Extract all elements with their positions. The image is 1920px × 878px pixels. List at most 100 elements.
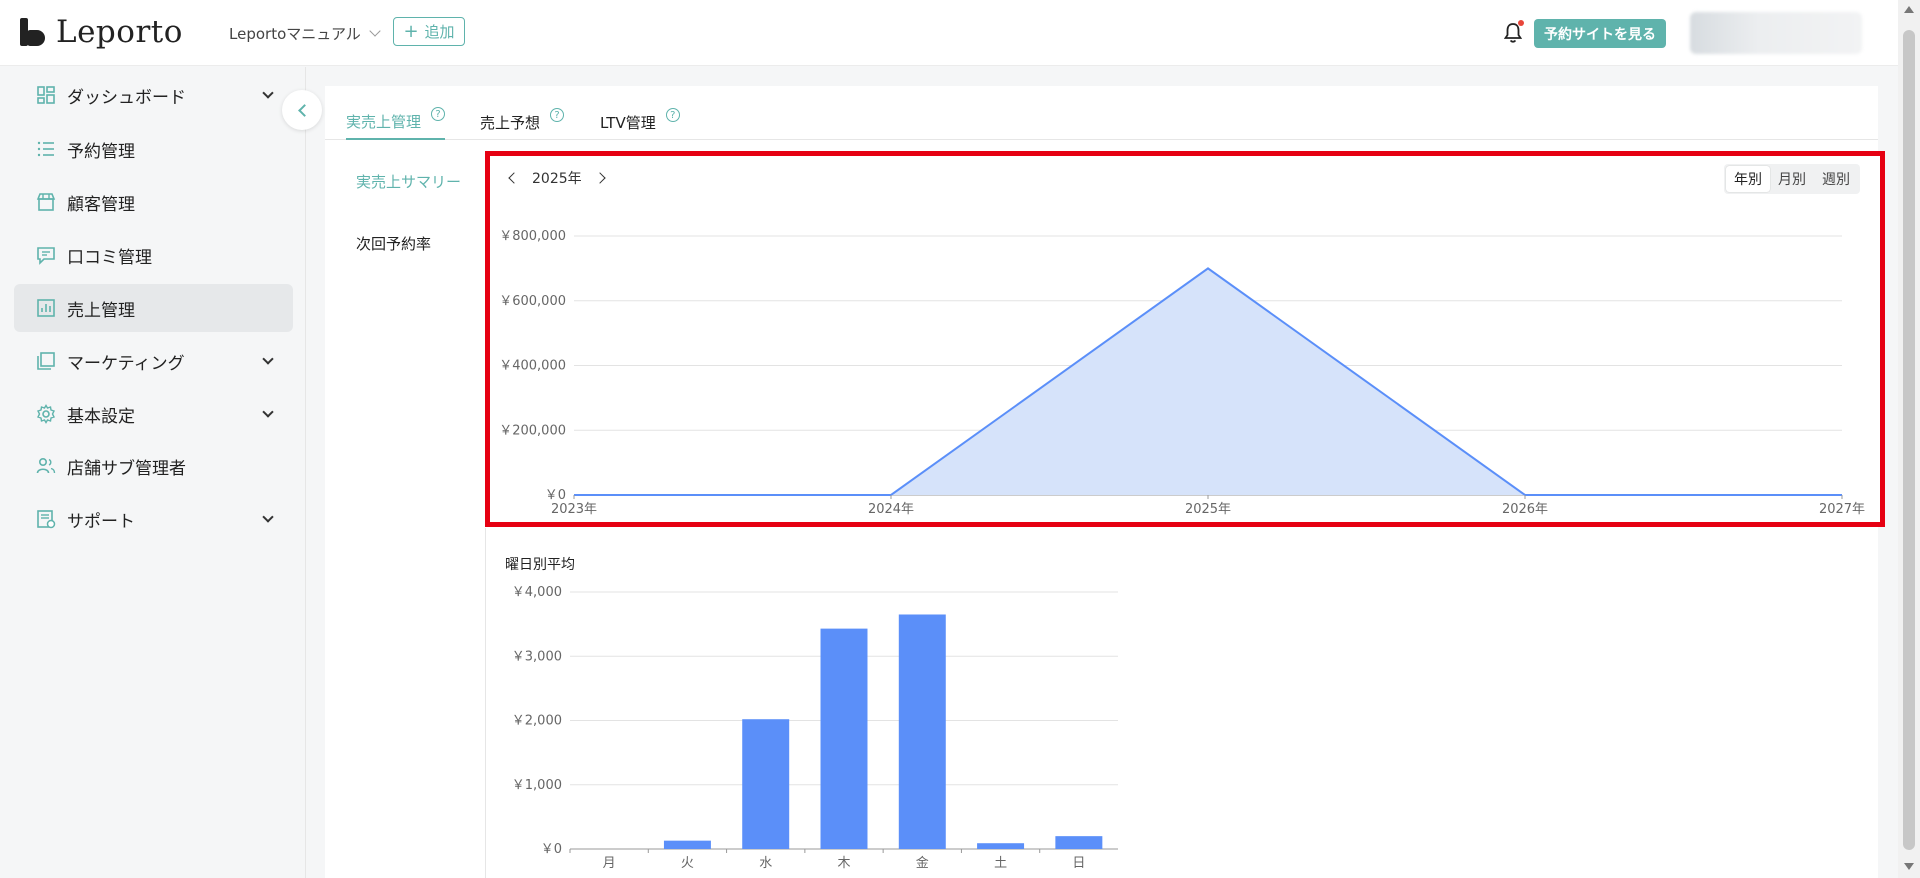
day-of-week-chart: 曜日別平均 ￥0 ￥1,000 ￥2,000 ￥3,000 ￥4,000 月 火 水 木 金 土 日 — [505, 557, 1118, 871]
day-of-week-panel: 曜日別平均 ￥0 ￥1,000 ￥2,000 ￥3,000 ￥4,000 月 火 水 木 金 土 日 — [485, 528, 1877, 878]
bar-水 — [742, 719, 790, 849]
scroll-down-icon[interactable] — [1904, 863, 1914, 870]
users-icon — [36, 457, 56, 474]
sidebar-item-support[interactable]: サポート — [14, 495, 293, 543]
y-tick-label: ￥4,000 — [512, 585, 562, 600]
sidebar-item-sub-admins[interactable]: 店舗サブ管理者 — [14, 442, 293, 490]
chevron-down-icon — [262, 511, 274, 523]
y-tick-label: ￥1,000 — [512, 778, 562, 793]
sidebar-item-label: 店舗サブ管理者 — [67, 458, 186, 479]
gear-icon — [37, 404, 55, 424]
notification-dot — [1518, 20, 1524, 26]
bar-金 — [898, 614, 946, 849]
scroll-thumb[interactable] — [1903, 30, 1915, 850]
tab-sales-forecast[interactable]: 売上予想 ? — [480, 104, 565, 140]
chevron-down-icon — [262, 87, 274, 99]
sidebar-item-settings[interactable]: 基本設定 — [14, 390, 293, 438]
sidebar-item-reservations[interactable]: 予約管理 — [14, 125, 293, 173]
tab-label: 実売上管理 — [346, 112, 422, 131]
x-tick-label: 金 — [916, 855, 929, 871]
logo-text: Leporto — [56, 14, 183, 50]
next-year-icon[interactable] — [593, 172, 606, 184]
plus-icon: + — [403, 20, 419, 42]
sidebar-item-label: ダッシュボード — [67, 87, 186, 108]
sidebar-item-label: 口コミ管理 — [67, 247, 152, 268]
tab-ltv[interactable]: LTV管理 ? — [600, 104, 680, 140]
chevron-down-icon — [262, 406, 274, 418]
sidebar-item-dashboard[interactable]: ダッシュボード — [14, 71, 293, 119]
period-monthly[interactable]: 月別 — [1770, 166, 1814, 192]
add-button[interactable]: + 追加 — [393, 17, 465, 46]
y-tick-label: ￥600,000 — [499, 294, 566, 309]
bar-木 — [820, 628, 868, 849]
chart-title: 曜日別平均 — [505, 557, 575, 573]
period-toggle: 年別 月別 週別 — [1724, 164, 1860, 194]
sidebar-item-label: 予約管理 — [67, 141, 135, 162]
bar-日 — [1055, 836, 1103, 849]
sidebar-item-label: サポート — [67, 511, 135, 532]
y-tick-label: ￥2,000 — [512, 714, 562, 729]
layers-icon — [37, 352, 55, 370]
annual-sales-chart: ￥0 ￥200,000 ￥400,000 ￥600,000 ￥800,000 2023年 2… — [499, 229, 1865, 517]
x-tick-label: 2027年 — [1819, 502, 1865, 517]
collapse-sidebar-button[interactable] — [282, 90, 322, 130]
sales-area — [574, 268, 1842, 495]
chevron-left-icon — [297, 103, 311, 117]
app-header: Leporto Leportoマニュアル + 追加 予約サイトを見る — [0, 0, 1920, 66]
sidebar-item-label: 基本設定 — [67, 406, 135, 427]
x-tick-label: 水 — [759, 856, 772, 871]
y-tick-label: ￥3,000 — [512, 649, 562, 664]
store-icon — [36, 193, 56, 211]
x-tick-label: 2024年 — [868, 502, 914, 517]
scroll-up-icon[interactable] — [1904, 6, 1914, 13]
x-tick-label: 2025年 — [1185, 502, 1231, 517]
bar-土 — [977, 843, 1025, 849]
vertical-scrollbar[interactable] — [1898, 0, 1920, 878]
y-tick-label: ￥800,000 — [499, 229, 566, 244]
help-icon[interactable]: ? — [431, 107, 446, 121]
previous-year-icon[interactable] — [508, 172, 520, 184]
tab-bar: 実売上管理 ? 売上予想 ? LTV管理 ? — [325, 86, 1878, 140]
account-menu[interactable] — [1690, 12, 1862, 54]
help-icon[interactable]: ? — [550, 108, 565, 122]
tab-actual-sales[interactable]: 実売上管理 ? — [346, 104, 446, 140]
x-tick-label: 土 — [994, 856, 1007, 871]
store-name: Leportoマニュアル — [229, 25, 361, 43]
sidebar-item-customers[interactable]: 顧客管理 — [14, 178, 293, 226]
store-selector[interactable]: Leportoマニュアル — [229, 23, 381, 44]
logo[interactable]: Leporto — [18, 14, 183, 50]
x-tick-label: 木 — [837, 856, 850, 871]
notification-bell-icon[interactable] — [1503, 20, 1524, 44]
sidebar-item-label: 売上管理 — [67, 300, 135, 321]
annual-sales-chart-panel: ￥0 ￥200,000 ￥400,000 ￥600,000 ￥800,000 2023年 2… — [485, 151, 1885, 527]
sidebar-item-label: 顧客管理 — [67, 194, 135, 215]
sidebar-item-marketing[interactable]: マーケティング — [14, 337, 293, 385]
y-tick-label: ￥0 — [545, 488, 566, 503]
period-yearly[interactable]: 年別 — [1726, 166, 1770, 192]
y-tick-label: ￥0 — [541, 842, 562, 857]
support-icon — [37, 510, 56, 529]
sidebar-item-sales[interactable]: 売上管理 — [14, 284, 293, 332]
comment-icon — [37, 247, 55, 265]
subnav-next-reservation-rate[interactable]: 次回予約率 — [356, 233, 431, 254]
add-button-label: 追加 — [424, 23, 455, 41]
tab-label: LTV管理 — [600, 113, 656, 132]
subnav-summary[interactable]: 実売上サマリー — [356, 171, 461, 192]
x-tick-label: 2023年 — [551, 502, 597, 517]
sidebar-item-reviews[interactable]: 口コミ管理 — [14, 231, 293, 279]
period-weekly[interactable]: 週別 — [1814, 166, 1858, 192]
logo-mark-icon — [18, 16, 48, 48]
tab-label: 売上予想 — [480, 113, 541, 132]
year-navigator: 2025年 — [508, 168, 606, 188]
x-tick-label: 月 — [603, 856, 616, 871]
sidebar-item-label: マーケティング — [67, 353, 185, 374]
help-icon[interactable]: ? — [665, 108, 680, 122]
x-tick-label: 火 — [681, 856, 694, 871]
current-year: 2025年 — [532, 171, 582, 187]
list-icon — [37, 141, 54, 157]
x-tick-label: 日 — [1072, 856, 1085, 871]
sidebar: ダッシュボード 予約管理 顧客管理 口コミ管理 売上管理 マーケティング 基本設… — [0, 67, 306, 878]
view-site-button[interactable]: 予約サイトを見る — [1534, 19, 1666, 48]
chart-icon — [37, 299, 55, 317]
chevron-down-icon — [262, 353, 274, 365]
